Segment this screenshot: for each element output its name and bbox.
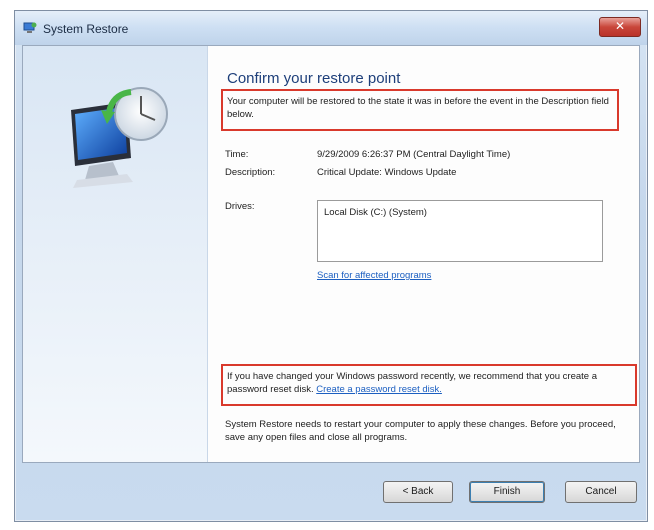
intro-highlight: Your computer will be restored to the st… <box>221 89 619 131</box>
illustration-pane <box>23 46 208 462</box>
scan-affected-programs-link[interactable]: Scan for affected programs <box>317 270 431 281</box>
page-title: Confirm your restore point <box>227 70 401 87</box>
description-label: Description: <box>225 167 276 178</box>
restore-computer-icon <box>71 87 168 188</box>
cancel-button[interactable]: Cancel <box>565 481 637 503</box>
time-label: Time: <box>225 149 249 160</box>
create-password-reset-disk-link[interactable]: Create a password reset disk. <box>316 384 442 395</box>
system-restore-window: System Restore ✕ Confirm your restore po… <box>14 10 648 522</box>
back-button[interactable]: < Back <box>383 481 453 503</box>
restart-note: System Restore needs to restart your com… <box>225 419 616 443</box>
title-bar[interactable]: System Restore ✕ <box>15 11 647 45</box>
description-value: Critical Update: Windows Update <box>317 167 457 178</box>
finish-button[interactable]: Finish <box>469 481 545 503</box>
list-item: Local Disk (C:) (System) <box>324 207 427 218</box>
button-bar: < Back Finish Cancel <box>15 463 647 521</box>
password-warning-highlight: If you have changed your Windows passwor… <box>221 364 637 406</box>
close-button[interactable]: ✕ <box>599 17 641 37</box>
time-value: 9/29/2009 6:26:37 PM (Central Daylight T… <box>317 149 511 160</box>
password-warning-text: If you have changed your Windows passwor… <box>227 370 633 396</box>
confirmation-pane: Confirm your restore point Your computer… <box>219 46 639 462</box>
drives-list[interactable]: Local Disk (C:) (System) <box>317 200 603 262</box>
window-title: System Restore <box>43 22 129 36</box>
drives-label: Drives: <box>225 201 255 212</box>
intro-text: Your computer will be restored to the st… <box>227 96 609 120</box>
close-icon: ✕ <box>614 19 626 33</box>
dialog-content: Confirm your restore point Your computer… <box>22 45 640 463</box>
system-restore-icon <box>23 22 37 33</box>
